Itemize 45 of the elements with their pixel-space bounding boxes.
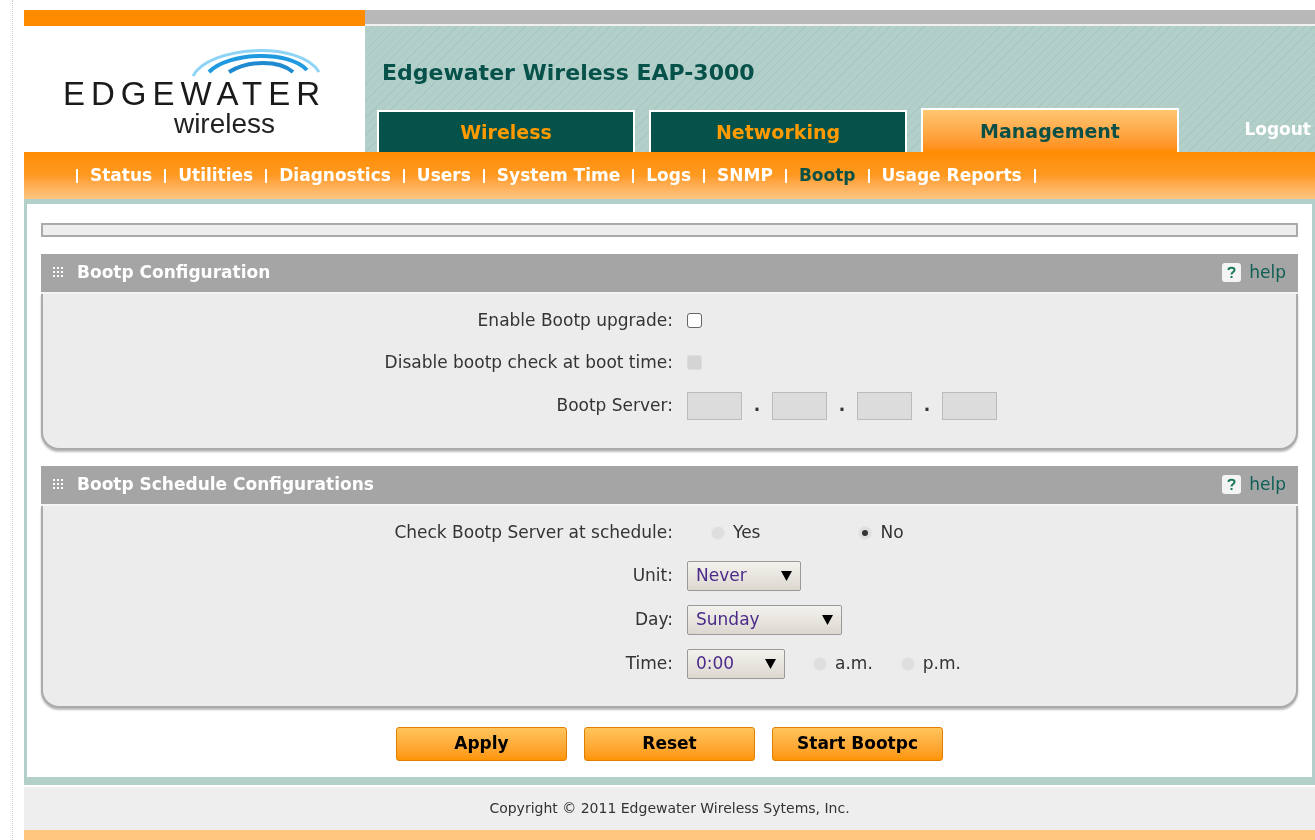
radio-option[interactable]: p.m. (900, 651, 961, 677)
octet-field[interactable] (687, 391, 742, 420)
action-button[interactable]: Reset (584, 726, 755, 761)
dropdown[interactable]: 0:00 (687, 648, 785, 679)
radio-option[interactable]: No (858, 520, 904, 546)
caret-icon (765, 658, 776, 669)
octet-dot: . (837, 394, 847, 417)
section-title: Bootp Schedule Configurations (77, 473, 374, 496)
main-tab[interactable]: Networking (649, 110, 907, 153)
action-button[interactable]: Start Bootpc (772, 726, 943, 761)
dropdown[interactable]: Never (687, 560, 801, 591)
octet-field[interactable] (772, 391, 827, 420)
field-label: Enable Bootp upgrade: (476, 309, 673, 332)
grip-icon (53, 266, 65, 279)
octet-field[interactable] (857, 391, 912, 420)
main-tab[interactable]: Management (921, 108, 1179, 153)
octet-dot: . (922, 394, 932, 417)
checkbox[interactable] (687, 313, 702, 329)
dropdown[interactable]: Sunday (687, 604, 842, 635)
help-link[interactable]: help (1249, 472, 1286, 498)
logo-wordmark: EDGEWATER (63, 76, 326, 110)
section-title: Bootp Configuration (77, 261, 271, 284)
caret-icon (781, 570, 792, 581)
help-icon[interactable] (1222, 475, 1242, 495)
field-label: Day: (633, 608, 673, 631)
caret-icon (822, 614, 833, 625)
radio-option[interactable]: a.m. (813, 651, 873, 677)
copyright-text: Copyright © 2011 Edgewater Wireless Sytems, Inc. (489, 799, 850, 819)
product-title: Edgewater Wireless EAP-3000 (381, 59, 756, 88)
field-label: Disable bootp check at boot time: (383, 351, 673, 374)
field-label: Unit: (631, 564, 673, 587)
nav-link[interactable]: Bootp (798, 162, 856, 189)
field-label: Time: (624, 652, 673, 675)
octet-dot: . (752, 394, 762, 417)
logo-tagline: wireless (173, 109, 276, 138)
octet-field[interactable] (942, 391, 997, 420)
nav-link[interactable]: SNMP (717, 162, 773, 189)
radio-option[interactable]: Yes (711, 520, 761, 546)
help-icon[interactable] (1222, 263, 1242, 283)
action-button[interactable]: Apply (396, 726, 567, 761)
main-tab[interactable]: Wireless (377, 110, 635, 153)
field-label: Check Bootp Server at schedule: (393, 521, 673, 544)
field-label: Bootp Server: (555, 394, 673, 417)
grip-icon (53, 478, 65, 491)
help-link[interactable]: help (1249, 260, 1286, 286)
